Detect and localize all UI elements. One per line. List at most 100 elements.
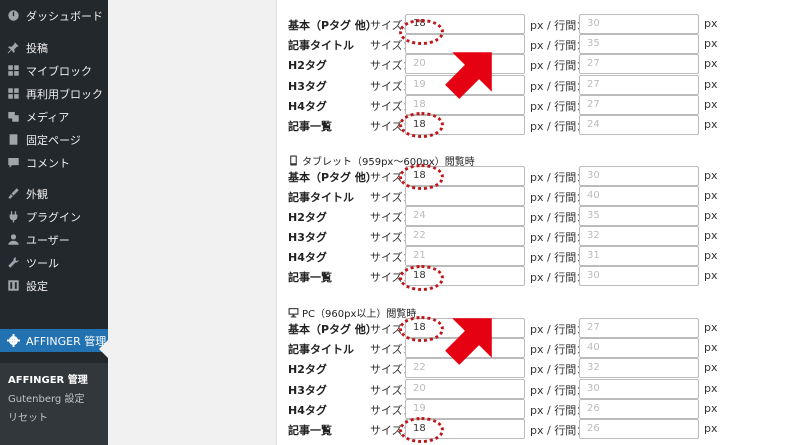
font-size-row: H4タグ サイズ： 21 px / 行間： 31 px [277, 246, 800, 266]
line-height-input[interactable]: 27 [579, 54, 699, 74]
annotation-arrow [445, 318, 492, 365]
line-height-input[interactable]: 27 [579, 95, 699, 115]
sidebar-item-label: 固定ページ [26, 133, 81, 147]
admin-sidebar: ダッシュボード投稿マイブロック 再利用ブロック メディア固定ページコメント外観プラグ… [0, 0, 108, 445]
unit-label: px [704, 422, 718, 435]
line-height-input[interactable]: 30 [579, 266, 699, 286]
sidebar-item-8[interactable]: プラグイン [0, 205, 108, 228]
line-height-input[interactable]: 31 [579, 246, 699, 266]
unit-label: px [704, 169, 718, 182]
row-label: H2タグ [288, 59, 327, 72]
monitor-icon [288, 307, 302, 318]
line-height-input[interactable]: 35 [579, 34, 699, 54]
font-settings-panel: 基本（Pタグ 他） サイズ： 18 px / 行間： 30 px 記事タイトル サイズ： px … [276, 0, 800, 445]
sidebar-item-label: マイブロック [26, 64, 92, 78]
submenu-item-affinger[interactable]: AFFINGER 管理 [8, 371, 88, 386]
pin-icon [6, 41, 20, 55]
font-size-row: H3タグ サイズ： 20 px / 行間： 30 px [277, 379, 800, 399]
unit-label: px [704, 321, 718, 334]
submenu-item-gutenberg[interactable]: Gutenberg 設定 [8, 390, 84, 405]
plugin-icon [6, 210, 20, 224]
line-height-input[interactable]: 32 [579, 226, 699, 246]
line-height-input[interactable]: 26 [579, 419, 699, 439]
row-label: 記事タイトル [288, 343, 354, 356]
unit-label: px [704, 37, 718, 50]
sidebar-item-3[interactable]: 再利用ブロック [0, 82, 108, 105]
line-height-input[interactable]: 24 [579, 115, 699, 135]
blocks-icon [6, 87, 20, 101]
sidebar-item-label: コメント [26, 156, 70, 170]
annotation-circle [399, 316, 444, 342]
line-height-input[interactable]: 27 [579, 318, 699, 338]
font-size-row: H3タグ サイズ： 19 px / 行間： 27 px [277, 75, 800, 95]
annotation-circle [399, 265, 444, 291]
line-height-input[interactable]: 40 [579, 338, 699, 358]
font-size-input[interactable]: 22 [405, 226, 525, 246]
main-content: 基本（Pタグ 他） サイズ： 18 px / 行間： 30 px 記事タイトル サイズ： px … [108, 0, 800, 445]
row-label: H4タグ [288, 404, 327, 417]
sidebar-item-11[interactable]: 設定 [0, 274, 108, 297]
settings-icon [6, 279, 20, 293]
font-size-row: H2タグ サイズ： 22 px / 行間： 32 px [277, 358, 800, 378]
page-icon [6, 133, 20, 147]
sidebar-item-label: ダッシュボード [26, 9, 103, 23]
sidebar-item-0[interactable]: ダッシュボード [0, 4, 108, 27]
sidebar-item-7[interactable]: 外観 [0, 182, 108, 205]
font-size-row: H4タグ サイズ： 18 px / 行間： 27 px [277, 95, 800, 115]
line-height-input[interactable]: 27 [579, 75, 699, 95]
unit-label: px [704, 361, 718, 374]
row-label: 記事一覧 [288, 120, 332, 133]
unit-label: px [704, 402, 718, 415]
font-size-row: 記事一覧 サイズ： 18 px / 行間： 26 px [277, 419, 800, 439]
submenu-item-reset[interactable]: リセット [8, 409, 48, 424]
line-height-input[interactable]: 32 [579, 358, 699, 378]
font-size-row: 基本（Pタグ 他） サイズ： 18 px / 行間： 30 px [277, 166, 800, 186]
sidebar-item-label: メディア [26, 110, 70, 124]
media-icon [6, 110, 20, 124]
line-height-input[interactable]: 30 [579, 379, 699, 399]
sidebar-item-12[interactable]: AFFINGER 管理 [0, 329, 108, 352]
sidebar-item-label: プラグイン [26, 210, 81, 224]
line-height-input[interactable]: 30 [579, 166, 699, 186]
font-size-input[interactable]: 21 [405, 246, 525, 266]
active-menu-notch [99, 340, 108, 358]
font-size-row: H2タグ サイズ： 24 px / 行間： 35 px [277, 206, 800, 226]
sidebar-item-1[interactable]: 投稿 [0, 36, 108, 59]
annotation-circle [399, 164, 444, 190]
sidebar-item-label: 設定 [26, 279, 48, 293]
sidebar-item-9[interactable]: ユーザー [0, 228, 108, 251]
annotation-circle [399, 19, 444, 45]
brush-icon [6, 187, 20, 201]
unit-label: px [704, 269, 718, 282]
row-label: 記事タイトル [288, 191, 354, 204]
font-size-input[interactable]: 24 [405, 206, 525, 226]
line-height-input[interactable]: 40 [579, 186, 699, 206]
sidebar-item-label: 外観 [26, 187, 48, 201]
line-height-input[interactable]: 26 [579, 399, 699, 419]
unit-label: px [704, 341, 718, 354]
font-size-row: 記事タイトル サイズ： px / 行間： 35 px [277, 34, 800, 54]
affinger-submenu: AFFINGER 管理 Gutenberg 設定 リセット [0, 363, 108, 445]
sidebar-item-10[interactable]: ツール [0, 251, 108, 274]
unit-label: px [704, 98, 718, 111]
unit-label: px [704, 229, 718, 242]
font-size-input[interactable]: 19 [405, 399, 525, 419]
user-icon [6, 233, 20, 247]
line-height-input[interactable]: 35 [579, 206, 699, 226]
row-label: 記事一覧 [288, 271, 332, 284]
line-height-input[interactable]: 30 [579, 14, 699, 34]
annotation-arrow [445, 52, 492, 99]
sidebar-item-2[interactable]: マイブロック [0, 59, 108, 82]
sidebar-item-5[interactable]: 固定ページ [0, 128, 108, 151]
font-size-row: 記事一覧 サイズ： 18 px / 行間： 24 px [277, 115, 800, 135]
sidebar-item-4[interactable]: メディア [0, 105, 108, 128]
font-size-row: 記事タイトル サイズ： px / 行間： 40 px [277, 186, 800, 206]
sidebar-item-label: ツール [26, 256, 59, 270]
sidebar-item-label: 再利用ブロック [26, 87, 103, 101]
sidebar-item-6[interactable]: コメント [0, 151, 108, 174]
comment-icon [6, 156, 20, 170]
font-size-input[interactable]: 20 [405, 379, 525, 399]
unit-label: px [704, 78, 718, 91]
row-label: 基本（Pタグ 他） [288, 171, 377, 184]
annotation-circle [399, 417, 444, 443]
